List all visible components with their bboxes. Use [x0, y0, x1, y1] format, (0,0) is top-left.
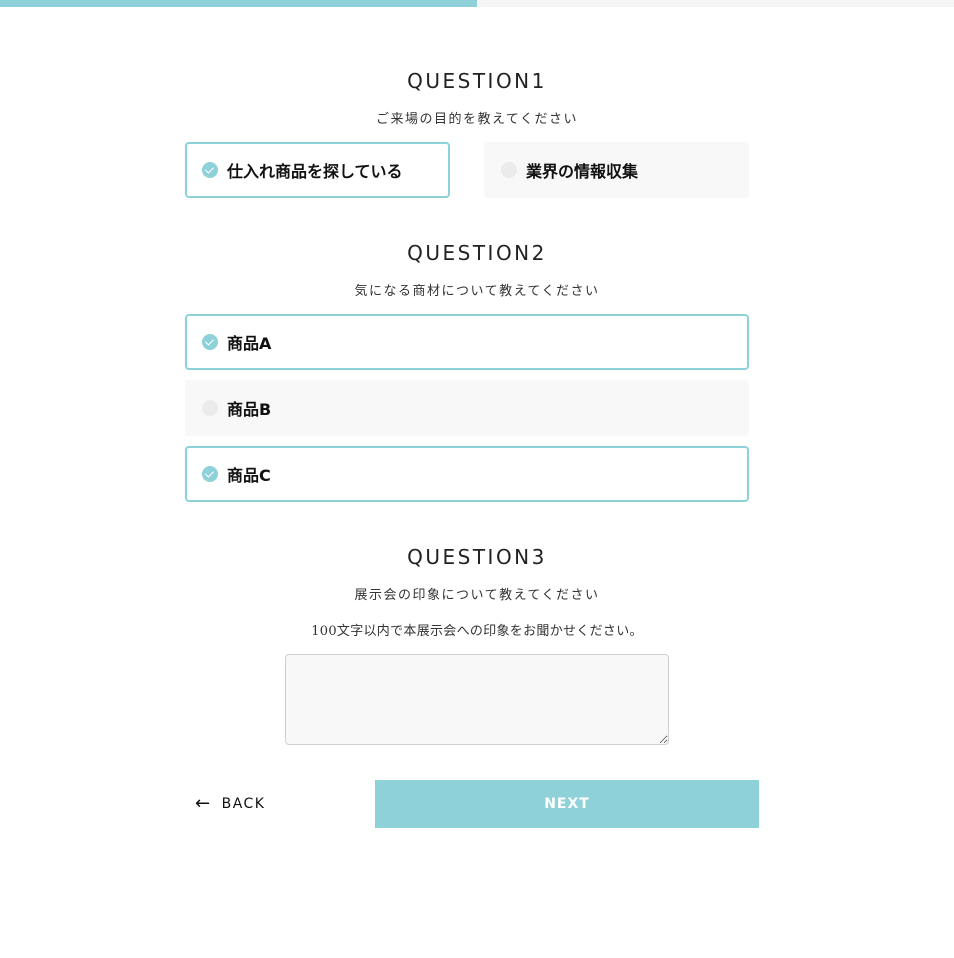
question3-title: QUESTION3 [407, 545, 547, 569]
progress-track [0, 0, 954, 7]
option-label: 商品C [227, 466, 271, 485]
check-icon [202, 466, 218, 482]
q2-option-a[interactable]: 商品A [185, 314, 749, 370]
q2-option-b[interactable]: 商品B [185, 380, 749, 436]
option-label: 仕入れ商品を探している [227, 162, 403, 181]
progress-fill [0, 0, 477, 7]
question1-title: QUESTION1 [407, 69, 547, 93]
back-button[interactable]: ← BACK [195, 793, 266, 815]
radio-empty-icon [501, 162, 517, 178]
question1-subtitle: ご来場の目的を教えてください [376, 112, 578, 127]
check-icon [202, 334, 218, 350]
check-icon [202, 162, 218, 178]
q1-option-research[interactable]: 業界の情報収集 [484, 142, 749, 198]
next-button[interactable]: NEXT [375, 780, 759, 828]
option-label: 商品B [227, 400, 272, 419]
impression-textarea[interactable] [285, 654, 669, 745]
q2-option-c[interactable]: 商品C [185, 446, 749, 502]
option-label: 商品A [227, 334, 272, 353]
radio-empty-icon [202, 400, 218, 416]
arrow-left-icon: ← [195, 793, 212, 814]
q1-option-sourcing[interactable]: 仕入れ商品を探している [185, 142, 450, 198]
question2-subtitle: 気になる商材について教えてください [354, 284, 600, 299]
question2-title: QUESTION2 [407, 241, 547, 265]
option-label: 業界の情報収集 [526, 162, 639, 181]
back-label: BACK [221, 796, 266, 812]
question3-note: 100文字以内で本展示会への印象をお聞かせください。 [311, 624, 643, 639]
question3-subtitle: 展示会の印象について教えてください [354, 588, 600, 603]
